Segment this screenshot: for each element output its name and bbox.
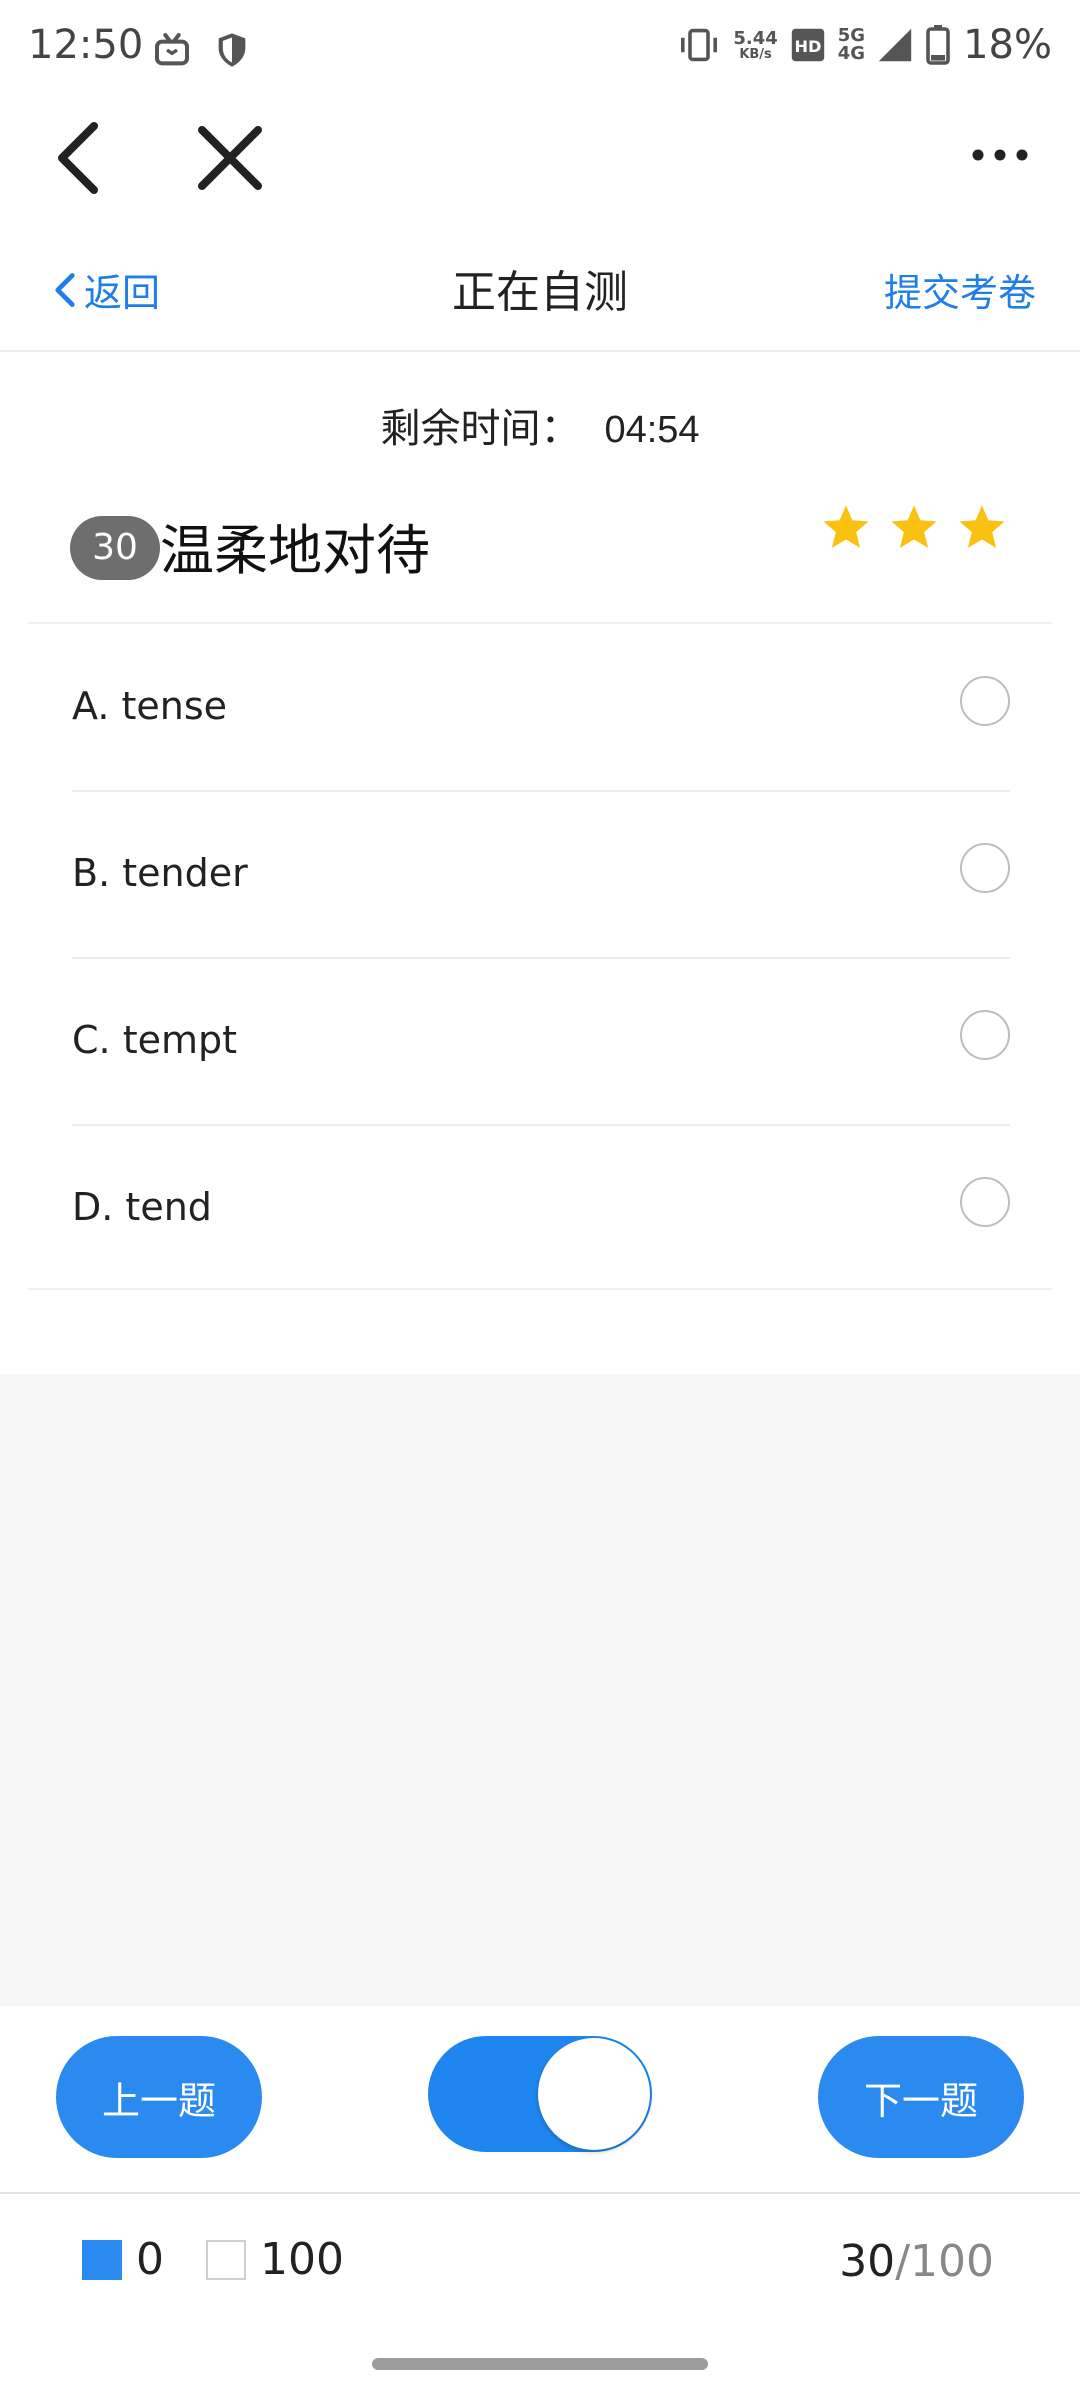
network-type-badge: 5G 4G <box>838 27 865 63</box>
answer-legend[interactable]: 0 100 <box>82 2234 344 2285</box>
mode-toggle[interactable] <box>428 2036 652 2152</box>
option-d-radio[interactable] <box>960 1177 1010 1227</box>
battery-percentage: 18% <box>963 22 1052 68</box>
timer-value: 04:54 <box>604 409 700 451</box>
option-a-radio[interactable] <box>960 676 1010 726</box>
home-indicator[interactable] <box>372 2358 708 2370</box>
previous-question-button[interactable]: 上一题 <box>56 2036 262 2158</box>
star-icon <box>959 505 1005 548</box>
option-label: C. tempt <box>72 1018 238 1062</box>
question-progress[interactable]: 30/100 <box>839 2236 994 2287</box>
option-label: B. tender <box>72 851 248 895</box>
empty-content-area <box>0 1374 1080 2006</box>
back-arrow-icon[interactable] <box>50 118 110 198</box>
option-b-radio[interactable] <box>960 843 1010 893</box>
submit-exam-button[interactable]: 提交考卷 <box>884 262 1036 317</box>
more-options-icon[interactable] <box>970 140 1030 170</box>
status-time: 12:50 <box>28 22 144 68</box>
unanswered-count: 100 <box>260 2234 344 2285</box>
svg-text:HD: HD <box>794 37 821 56</box>
star-icon <box>891 505 937 548</box>
next-question-button[interactable]: 下一题 <box>818 2036 1024 2158</box>
option-b[interactable]: B. tender <box>72 791 1010 959</box>
network-speed-value: 5.44 <box>733 27 778 49</box>
battery-icon <box>926 25 950 65</box>
toggle-knob <box>538 2038 650 2150</box>
remaining-time: 剩余时间： 04:54 <box>0 396 1080 454</box>
answered-square-icon <box>82 2239 122 2280</box>
answered-count: 0 <box>136 2234 164 2285</box>
option-d[interactable]: D. tend <box>72 1125 1010 1291</box>
close-icon[interactable] <box>190 118 270 198</box>
option-label: D. tend <box>72 1185 212 1229</box>
divider <box>0 2192 1080 2194</box>
star-icon <box>823 505 869 548</box>
option-c[interactable]: C. tempt <box>72 958 1010 1126</box>
option-c-radio[interactable] <box>960 1010 1010 1060</box>
timer-label: 剩余时间： <box>380 406 581 452</box>
vibrate-icon <box>681 28 718 62</box>
hd-signal-icon: HD <box>791 28 824 62</box>
total-questions: /100 <box>895 2236 994 2287</box>
shield-icon <box>218 33 246 67</box>
option-label: A. tense <box>72 684 228 728</box>
network-speed-unit: KB/s <box>739 46 772 62</box>
unanswered-square-icon <box>206 2239 246 2280</box>
divider <box>28 1288 1052 1290</box>
current-question-number: 30 <box>839 2236 896 2287</box>
header-bar: 返回 正在自测 提交考卷 <box>0 232 1080 352</box>
network-speed: 5.44 KB/s <box>733 27 778 62</box>
tv-app-icon <box>155 33 189 66</box>
option-a[interactable]: A. tense <box>72 624 1010 792</box>
question-text: 温柔地对待 <box>160 519 430 582</box>
status-right-group: 5.44 KB/s HD 5G 4G 18% <box>677 22 1052 68</box>
difficulty-stars <box>820 502 1008 554</box>
question-number-badge: 30 <box>70 516 160 580</box>
signal-strength-icon <box>878 28 912 62</box>
network-type-bottom: 4G <box>837 43 866 64</box>
